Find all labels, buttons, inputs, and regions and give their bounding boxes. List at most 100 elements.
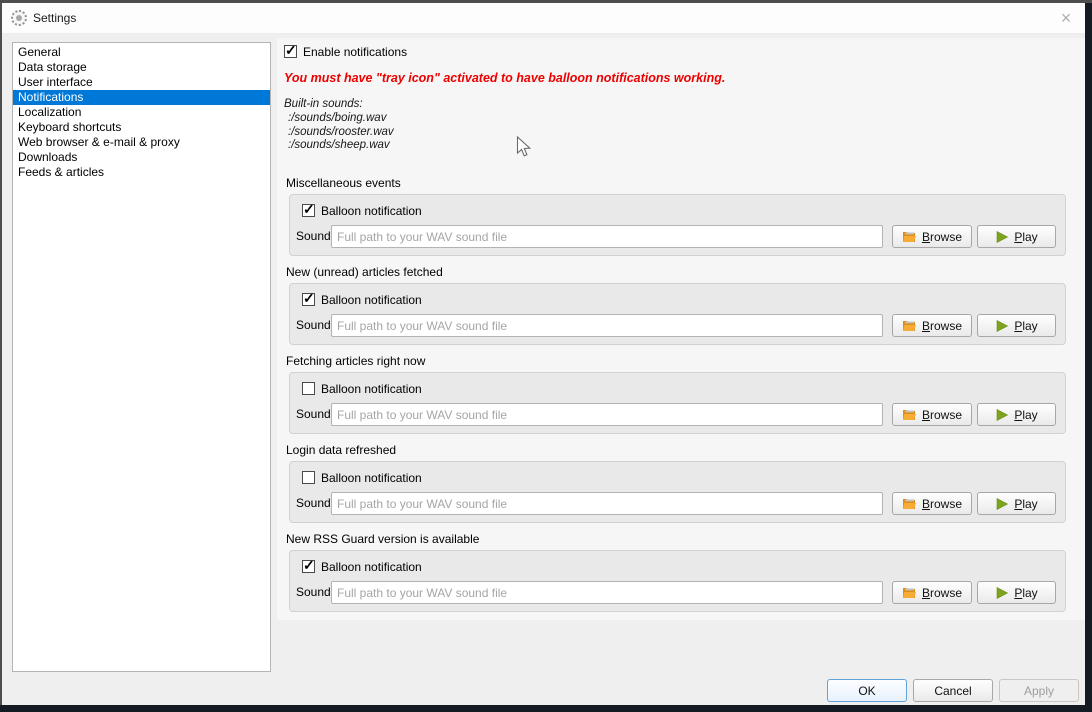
play-label: Play: [1014, 319, 1037, 333]
folder-icon: [902, 586, 917, 599]
title-bar: Settings ×: [2, 3, 1085, 34]
tray-icon-warning-text: You must have "tray icon" activated to h…: [284, 71, 725, 85]
play-button[interactable]: Play: [977, 225, 1056, 248]
play-button[interactable]: Play: [977, 403, 1056, 426]
cancel-button[interactable]: Cancel: [913, 679, 993, 702]
browse-button[interactable]: Browse: [892, 581, 972, 604]
settings-category-list: General Data storage User interface Noti…: [12, 42, 271, 672]
section-title: Fetching articles right now: [286, 354, 425, 368]
balloon-notification-row[interactable]: Balloon notification: [302, 381, 422, 396]
balloon-notification-checkbox[interactable]: [302, 293, 315, 306]
balloon-notification-checkbox[interactable]: [302, 471, 315, 484]
sidebar-item-label: Web browser & e-mail & proxy: [18, 135, 180, 149]
sound-label: Sound: [296, 585, 329, 599]
screen: Settings × General Data storage User int…: [0, 0, 1092, 712]
builtin-sound-file: :/sounds/boing.wav: [288, 112, 394, 126]
sidebar-item[interactable]: Web browser & e-mail & proxy: [13, 135, 270, 150]
balloon-notification-label: Balloon notification: [321, 560, 422, 574]
enable-notifications-checkbox[interactable]: [284, 45, 297, 58]
builtin-sounds-note: Built-in sounds: :/sounds/boing.wav:/sou…: [284, 98, 394, 153]
browse-button[interactable]: Browse: [892, 314, 972, 337]
sidebar-item[interactable]: Localization: [13, 105, 270, 120]
play-icon: [995, 408, 1009, 422]
section-title: Miscellaneous events: [286, 176, 401, 190]
play-icon: [995, 497, 1009, 511]
sound-label: Sound: [296, 318, 329, 332]
balloon-notification-label: Balloon notification: [321, 382, 422, 396]
sound-label: Sound: [296, 229, 329, 243]
sidebar-item-label: Localization: [18, 105, 81, 119]
section-groupbox: Balloon notification Sound Browse: [289, 372, 1066, 434]
browse-button[interactable]: Browse: [892, 225, 972, 248]
notification-section: Miscellaneous events Balloon notificatio…: [277, 176, 1085, 257]
settings-dialog: Settings × General Data storage User int…: [2, 3, 1085, 705]
balloon-notification-checkbox[interactable]: [302, 560, 315, 573]
close-icon[interactable]: ×: [1055, 7, 1077, 29]
sidebar-item-label: Notifications: [18, 90, 83, 104]
notification-section: New (unread) articles fetched Balloon no…: [277, 265, 1085, 346]
sound-path-input[interactable]: [331, 403, 883, 426]
section-groupbox: Balloon notification Sound Browse: [289, 194, 1066, 256]
browse-button[interactable]: Browse: [892, 492, 972, 515]
sidebar-item-label: Feeds & articles: [18, 165, 104, 179]
sidebar-item[interactable]: Downloads: [13, 150, 270, 165]
sidebar-item[interactable]: Feeds & articles: [13, 165, 270, 180]
apply-button: Apply: [999, 679, 1079, 702]
sidebar-item[interactable]: Keyboard shortcuts: [13, 120, 270, 135]
sound-path-input[interactable]: [331, 492, 883, 515]
builtin-sound-file: :/sounds/rooster.wav: [288, 126, 394, 140]
sidebar-item[interactable]: General: [13, 45, 270, 60]
ok-button[interactable]: OK: [827, 679, 907, 702]
play-label: Play: [1014, 586, 1037, 600]
play-button[interactable]: Play: [977, 314, 1056, 337]
sound-path-input[interactable]: [331, 314, 883, 337]
balloon-notification-row[interactable]: Balloon notification: [302, 559, 422, 574]
balloon-notification-checkbox[interactable]: [302, 204, 315, 217]
sound-label: Sound: [296, 496, 329, 510]
section-groupbox: Balloon notification Sound Browse: [289, 550, 1066, 612]
play-label: Play: [1014, 230, 1037, 244]
balloon-notification-row[interactable]: Balloon notification: [302, 292, 422, 307]
browse-label: Browse: [922, 586, 962, 600]
builtin-sounds-heading: Built-in sounds:: [284, 98, 394, 112]
notification-section: New RSS Guard version is available Ballo…: [277, 532, 1085, 613]
balloon-notification-row[interactable]: Balloon notification: [302, 470, 422, 485]
sidebar-item-label: Downloads: [18, 150, 77, 164]
balloon-notification-checkbox[interactable]: [302, 382, 315, 395]
play-label: Play: [1014, 408, 1037, 422]
play-button[interactable]: Play: [977, 581, 1056, 604]
balloon-notification-label: Balloon notification: [321, 471, 422, 485]
browse-label: Browse: [922, 497, 962, 511]
balloon-notification-row[interactable]: Balloon notification: [302, 203, 422, 218]
folder-icon: [902, 497, 917, 510]
play-icon: [995, 230, 1009, 244]
play-icon: [995, 319, 1009, 333]
enable-notifications-row[interactable]: Enable notifications: [284, 44, 407, 59]
notification-section: Login data refreshed Balloon notificatio…: [277, 443, 1085, 524]
play-button[interactable]: Play: [977, 492, 1056, 515]
section-title: New RSS Guard version is available: [286, 532, 479, 546]
section-title: New (unread) articles fetched: [286, 265, 443, 279]
sidebar-item-label: User interface: [18, 75, 93, 89]
browse-label: Browse: [922, 319, 962, 333]
sidebar-item[interactable]: Notifications: [13, 90, 270, 105]
sound-path-input[interactable]: [331, 225, 883, 248]
builtin-sound-file: :/sounds/sheep.wav: [288, 139, 394, 153]
notifications-panel: Enable notifications You must have "tray…: [277, 38, 1085, 620]
play-label: Play: [1014, 497, 1037, 511]
sidebar-item-label: Keyboard shortcuts: [18, 120, 121, 134]
sidebar-item[interactable]: User interface: [13, 75, 270, 90]
browse-button[interactable]: Browse: [892, 403, 972, 426]
sidebar-item-label: General: [18, 45, 61, 59]
balloon-notification-label: Balloon notification: [321, 204, 422, 218]
section-groupbox: Balloon notification Sound Browse: [289, 283, 1066, 345]
folder-icon: [902, 230, 917, 243]
browse-label: Browse: [922, 230, 962, 244]
section-title: Login data refreshed: [286, 443, 396, 457]
folder-icon: [902, 408, 917, 421]
sidebar-item[interactable]: Data storage: [13, 60, 270, 75]
builtin-sound-file-list: :/sounds/boing.wav:/sounds/rooster.wav:/…: [284, 112, 394, 153]
sidebar-item-label: Data storage: [18, 60, 87, 74]
window-title: Settings: [33, 11, 76, 25]
sound-path-input[interactable]: [331, 581, 883, 604]
